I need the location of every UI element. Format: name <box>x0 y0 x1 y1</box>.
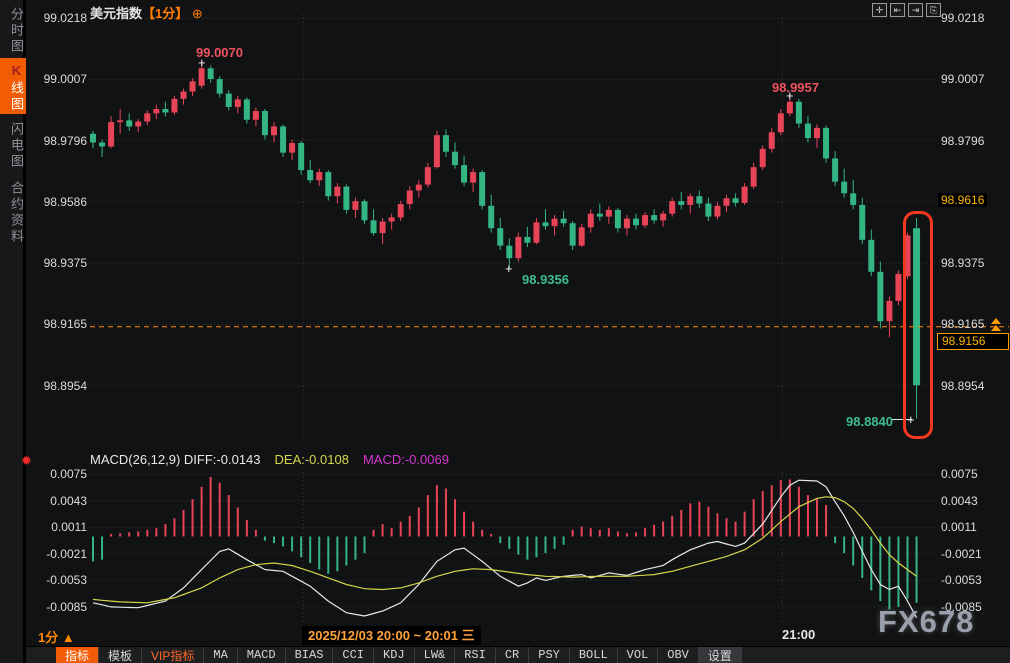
indicator-tab-MACD[interactable]: MACD <box>238 647 286 663</box>
price-axis-label: 98.9165 <box>941 317 984 331</box>
indicator-tab-LW&[interactable]: LW& <box>415 647 456 663</box>
crosshair-date-tooltip: 2025/12/03 20:00 ~ 20:01 三 <box>302 626 481 645</box>
indicator-tab-VOL[interactable]: VOL <box>618 647 659 663</box>
price-axis-label: 99.0218 <box>29 11 87 25</box>
price-axis-label: 98.9375 <box>29 256 87 270</box>
scale-right-icon[interactable]: ⇥ <box>908 3 923 17</box>
main-chart-canvas[interactable] <box>0 0 1010 663</box>
macd-axis-label: -0.0053 <box>941 573 982 587</box>
macd-macd-value: MACD:-0.0069 <box>363 452 449 467</box>
indicator-tab-PSY[interactable]: PSY <box>529 647 570 663</box>
price-axis-label: 99.0007 <box>941 72 984 86</box>
macd-header: MACD(26,12,9) DIFF:-0.0143 DEA:-0.0108 MAC… <box>90 452 449 467</box>
period-selector[interactable]: 1分 ▲ <box>38 627 75 646</box>
chart-type-sidebar: 分时图K线图闪电图合约资料 <box>0 0 26 663</box>
price-axis-label: 98.9796 <box>941 134 984 148</box>
macd-dea-value: DEA:-0.0108 <box>275 452 349 467</box>
chart-toolbar: ✛⇤⇥⎘ <box>872 3 941 17</box>
low-price-annotation: 98.8840 <box>846 414 893 429</box>
current-price-box: 98.9156 <box>937 333 1009 350</box>
swing-low-marker-icon: + <box>505 264 513 274</box>
macd-axis-label: 0.0043 <box>29 494 87 508</box>
swing-high-marker-icon: + <box>786 91 794 101</box>
pan-icon[interactable]: ✛ <box>872 3 887 17</box>
price-axis-label: 98.8954 <box>941 379 984 393</box>
scale-left-icon[interactable]: ⇤ <box>890 3 905 17</box>
time-axis-tick: 21:00 <box>782 627 815 642</box>
macd-axis-label: -0.0085 <box>29 600 87 614</box>
macd-axis-label: 0.0011 <box>941 520 977 534</box>
macd-axis-label: -0.0021 <box>29 547 87 561</box>
indicator-tab-CCI[interactable]: CCI <box>333 647 374 663</box>
scroll-to-price-icon[interactable] <box>991 318 1001 332</box>
period-tag: 【1分】 <box>142 6 188 21</box>
last-candle-highlight-rect <box>903 211 933 439</box>
symbol-name: 美元指数 <box>90 6 142 21</box>
tabbar-spacer <box>26 647 56 663</box>
export-icon[interactable]: ⎘ <box>926 3 941 17</box>
swing-high-annotation: 98.9957 <box>772 80 819 95</box>
indicator-tabbar: 指标模板VIP指标MAMACDBIASCCIKDJLW&RSICRPSYBOLL… <box>26 646 1010 663</box>
macd-axis-label: 0.0075 <box>29 467 87 481</box>
sidebar-item-1[interactable]: K线图 <box>0 58 26 114</box>
macd-axis-label: 0.0075 <box>941 467 978 481</box>
indicator-tab-模板[interactable]: 模板 <box>99 647 142 663</box>
indicator-tab-BIAS[interactable]: BIAS <box>286 647 334 663</box>
indicator-tab-VIP指标[interactable]: VIP指标 <box>142 647 204 663</box>
high-marker-icon: + <box>198 58 206 68</box>
chart-title: 美元指数【1分】 ⊕ <box>90 3 203 22</box>
indicator-tab-MA[interactable]: MA <box>204 647 237 663</box>
price-axis-label: 98.8954 <box>29 379 87 393</box>
price-axis-label: 99.0007 <box>29 72 87 86</box>
indicator-tab-设置[interactable]: 设置 <box>699 647 742 663</box>
marked-price-label: 98.9616 <box>938 193 987 207</box>
macd-axis-label: 0.0043 <box>941 494 978 508</box>
sidebar-item-2[interactable]: 闪电图 <box>0 116 26 172</box>
indicator-tab-指标[interactable]: 指标 <box>56 647 99 663</box>
indicator-tab-BOLL[interactable]: BOLL <box>570 647 618 663</box>
price-axis-label: 98.9165 <box>29 317 87 331</box>
macd-axis-label: -0.0021 <box>941 547 982 561</box>
sidebar-item-0[interactable]: 分时图 <box>0 2 26 56</box>
macd-axis-label: -0.0053 <box>29 573 87 587</box>
add-compare-icon[interactable]: ⊕ <box>192 6 203 21</box>
sidebar-item-3[interactable]: 合约资料 <box>0 174 26 248</box>
trading-app-window: 分时图K线图闪电图合约资料 美元指数【1分】 ⊕ ✛⇤⇥⎘ 99.0070 + … <box>0 0 1010 663</box>
macd-diff-value: MACD(26,12,9) DIFF:-0.0143 <box>90 452 261 467</box>
price-axis-label: 98.9375 <box>941 256 984 270</box>
indicator-tab-CR[interactable]: CR <box>496 647 529 663</box>
price-axis-label: 99.0218 <box>941 11 984 25</box>
macd-axis-label: 0.0011 <box>29 520 87 534</box>
price-axis-label: 98.9796 <box>29 134 87 148</box>
indicator-tab-KDJ[interactable]: KDJ <box>374 647 415 663</box>
indicator-tab-RSI[interactable]: RSI <box>455 647 496 663</box>
indicator-tab-OBV[interactable]: OBV <box>658 647 699 663</box>
price-axis-label: 98.9586 <box>29 195 87 209</box>
macd-axis-label: -0.0085 <box>941 600 982 614</box>
swing-low-annotation: 98.9356 <box>522 272 569 287</box>
